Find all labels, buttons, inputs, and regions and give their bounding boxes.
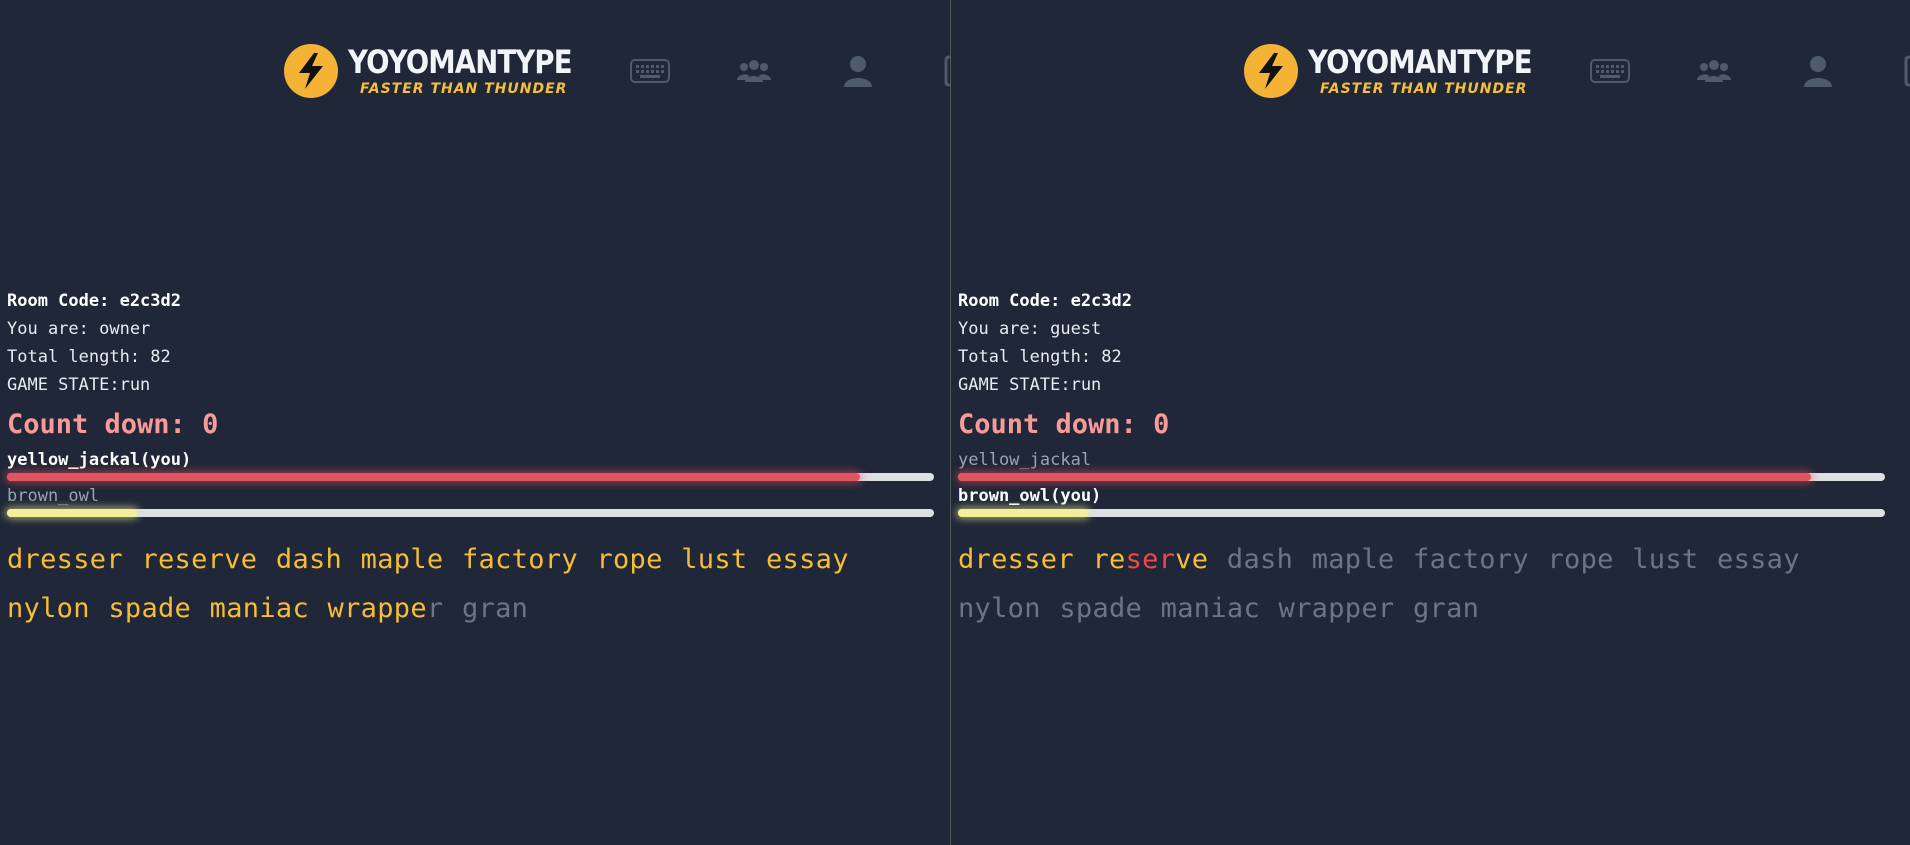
owner-panel: YOYOMANTYPE FASTER THAN THUNDER Room Cod… bbox=[0, 0, 950, 845]
progress-track bbox=[958, 509, 1885, 517]
guest-panel: YOYOMANTYPE FASTER THAN THUNDER Room Cod… bbox=[951, 0, 1910, 845]
game-info: Room Code: e2c3d2 You are: owner Total l… bbox=[7, 287, 937, 633]
player-name: yellow_jackal bbox=[958, 450, 1092, 470]
player-name: yellow_jackal(you) bbox=[7, 450, 192, 470]
player-role: You are: owner bbox=[7, 319, 151, 339]
nav-bar bbox=[1588, 49, 1910, 93]
lightning-bolt-icon bbox=[1244, 44, 1298, 98]
player-role: You are: guest bbox=[958, 319, 1102, 339]
users-icon[interactable] bbox=[1692, 49, 1736, 93]
player-progress: brown_owl(you) bbox=[958, 485, 1888, 521]
progress-fill bbox=[7, 473, 860, 481]
game-state: GAME STATE:run bbox=[958, 375, 1102, 395]
users-icon[interactable] bbox=[732, 49, 776, 93]
keyboard-icon[interactable] bbox=[628, 49, 672, 93]
typing-text[interactable]: dresser reserve dash maple factory rope … bbox=[7, 535, 907, 633]
progress-track bbox=[958, 473, 1885, 481]
total-length: Total length: 82 bbox=[958, 347, 1122, 367]
countdown: Count down: 0 bbox=[958, 409, 1170, 440]
error-text: ser bbox=[1125, 544, 1176, 575]
brand-logo[interactable]: YOYOMANTYPE FASTER THAN THUNDER bbox=[284, 44, 608, 98]
player-progress: yellow_jackal(you) bbox=[7, 449, 937, 485]
progress-fill bbox=[958, 473, 1811, 481]
countdown: Count down: 0 bbox=[7, 409, 219, 440]
room-code: Room Code: e2c3d2 bbox=[958, 291, 1132, 311]
split-screen: YOYOMANTYPE FASTER THAN THUNDER Room Cod… bbox=[0, 0, 1910, 845]
sign-in-icon[interactable] bbox=[940, 49, 950, 93]
player-progress: yellow_jackal bbox=[958, 449, 1888, 485]
progress-track bbox=[7, 473, 934, 481]
room-code: Room Code: e2c3d2 bbox=[7, 291, 181, 311]
keyboard-icon[interactable] bbox=[1588, 49, 1632, 93]
game-info: Room Code: e2c3d2 You are: guest Total l… bbox=[958, 287, 1888, 633]
typed-text: dresser re bbox=[958, 544, 1126, 575]
progress-fill bbox=[958, 509, 1088, 517]
brand-subtitle: FASTER THAN THUNDER bbox=[360, 81, 568, 97]
player-progress: brown_owl bbox=[7, 485, 937, 521]
typed-text: ve bbox=[1175, 544, 1209, 575]
nav-bar bbox=[628, 49, 950, 93]
typing-text[interactable]: dresser reserve dash maple factory rope … bbox=[958, 535, 1858, 633]
app-header: YOYOMANTYPE FASTER THAN THUNDER bbox=[284, 42, 950, 100]
lightning-bolt-icon bbox=[284, 44, 338, 98]
brand-title: YOYOMANTYPE bbox=[348, 43, 572, 81]
sign-in-icon[interactable] bbox=[1900, 49, 1910, 93]
progress-fill bbox=[7, 509, 137, 517]
total-length: Total length: 82 bbox=[7, 347, 171, 367]
brand-subtitle: FASTER THAN THUNDER bbox=[1320, 81, 1528, 97]
app-header: YOYOMANTYPE FASTER THAN THUNDER bbox=[1244, 42, 1910, 100]
pending-text: r gran bbox=[426, 593, 529, 624]
user-icon[interactable] bbox=[836, 49, 880, 93]
game-state: GAME STATE:run bbox=[7, 375, 151, 395]
brand-title: YOYOMANTYPE bbox=[1308, 43, 1532, 81]
player-name: brown_owl(you) bbox=[958, 486, 1102, 506]
user-icon[interactable] bbox=[1796, 49, 1840, 93]
brand-logo[interactable]: YOYOMANTYPE FASTER THAN THUNDER bbox=[1244, 44, 1568, 98]
player-name: brown_owl bbox=[7, 486, 100, 506]
progress-track bbox=[7, 509, 934, 517]
